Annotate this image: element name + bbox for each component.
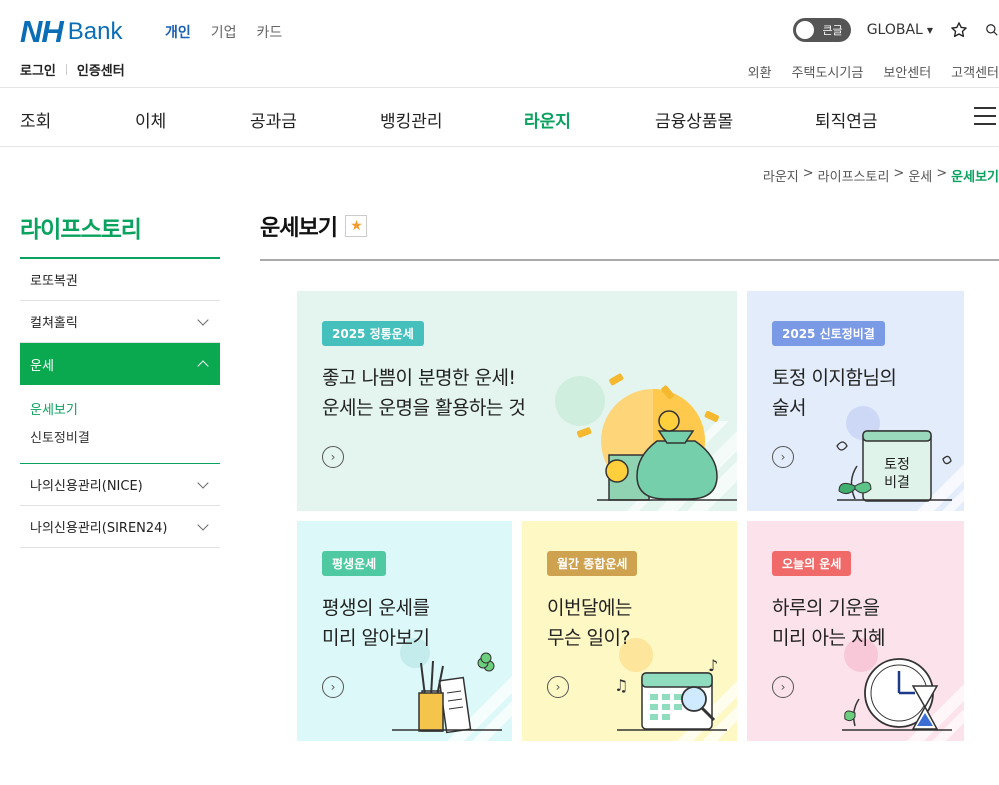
breadcrumb-current: 운세보기: [951, 170, 999, 185]
util-link-customer[interactable]: 고객센터: [951, 62, 999, 81]
sidebar-item-lotto[interactable]: 로또복권: [20, 259, 220, 301]
sidebar-item-label: 컬쳐홀릭: [30, 316, 78, 331]
card-badge: 오늘의 운세: [772, 551, 852, 576]
segment-corporate[interactable]: 기업: [211, 22, 237, 42]
fortune-card-tojeong[interactable]: 토정 비결 2025 신토정비결 토정 이지함님의 술서 ›: [747, 291, 964, 511]
card-text-line: 무슨 일이?: [547, 627, 631, 649]
card-text-line: 미리 아는 지혜: [772, 627, 885, 649]
sidebar-item-credit-nice[interactable]: 나의신용관리(NICE): [20, 464, 220, 506]
chevron-down-icon: [197, 313, 209, 326]
card-badge: 2025 신토정비결: [772, 321, 885, 346]
sidebar-menu: 로또복권 컬쳐홀릭 운세 운세보기 신토정비결 나의신용관리(NICE) 나의신…: [20, 259, 220, 548]
chevron-up-icon: [197, 360, 209, 372]
cert-center-link[interactable]: 인증센터: [77, 60, 125, 79]
nh-bank-logo[interactable]: NH Bank: [20, 14, 122, 50]
util-link-forex[interactable]: 외환: [748, 62, 772, 81]
card-text-line: 평생의 운세를: [322, 597, 430, 619]
card-text-line: 미리 알아보기: [322, 627, 430, 649]
arrow-right-circle-icon[interactable]: ›: [322, 676, 344, 698]
nav-banking-manage[interactable]: 뱅킹관리: [380, 107, 443, 132]
sidebar-item-fortune[interactable]: 운세: [20, 343, 220, 385]
menu-icon[interactable]: [974, 107, 996, 125]
card-text-line: 술서: [772, 397, 806, 419]
nav-inquiry[interactable]: 조회: [20, 107, 51, 132]
util-link-housing-fund[interactable]: 주택도시기금: [792, 62, 864, 81]
main-nav: 조회 이체 공과금 뱅킹관리 라운지 금융상품몰 퇴직연금: [0, 88, 999, 146]
sidebar-subitem-tojeong[interactable]: 신토정비결: [30, 427, 210, 446]
nav-transfer[interactable]: 이체: [135, 107, 166, 132]
card-text-line: 운세는 운명을 활용하는 것: [322, 397, 526, 419]
sidebar-submenu: 운세보기 신토정비결: [20, 385, 220, 464]
breadcrumb: 라운지 > 라이프스토리 > 운세 > 운세보기: [762, 166, 999, 185]
favorite-star-icon[interactable]: [949, 20, 969, 40]
logo-bank-text: Bank: [67, 18, 123, 45]
card-badge: 평생운세: [322, 551, 387, 576]
nav-lounge[interactable]: 라운지: [524, 107, 571, 132]
card-text: 토정 이지함님의 술서: [772, 363, 897, 423]
auth-links: 로그인 인증센터: [20, 60, 125, 79]
large-text-toggle[interactable]: 큰글: [792, 18, 851, 42]
header-utilities: 큰글 GLOBAL ▼: [792, 18, 999, 42]
utility-links: 외환 주택도시기금 보안센터 고객센터: [748, 62, 999, 81]
nav-divider: [0, 146, 999, 147]
card-text-line: 좋고 나쁨이 분명한 운세!: [322, 367, 516, 389]
sidebar-item-label: 나의신용관리(SIREN24): [30, 521, 168, 536]
page-title-text: 운세보기: [260, 216, 338, 241]
segment-card[interactable]: 카드: [257, 22, 283, 42]
page-title: 운세보기 ★: [260, 210, 367, 242]
arrow-right-circle-icon[interactable]: ›: [772, 676, 794, 698]
global-label: GLOBAL: [866, 22, 923, 38]
svg-text:♪: ♪: [708, 656, 718, 675]
book-title-line: 토정: [884, 457, 910, 473]
favorite-add-star-icon[interactable]: ★: [344, 215, 367, 237]
arrow-right-circle-icon[interactable]: ›: [772, 446, 794, 468]
toggle-label: 큰글: [822, 24, 843, 37]
caret-down-icon: ▼: [926, 25, 933, 35]
nav-utility-bills[interactable]: 공과금: [250, 107, 297, 132]
breadcrumb-item[interactable]: 운세: [908, 166, 932, 185]
logo-nh-text: NH: [20, 14, 64, 49]
segment-tabs: 개인 기업 카드: [165, 22, 282, 42]
sidebar-item-credit-siren[interactable]: 나의신용관리(SIREN24): [20, 506, 220, 548]
fortune-card-monthly[interactable]: ♫ ♪ 월간 종합운세 이번달에는 무슨 일이? ›: [522, 521, 737, 741]
search-icon[interactable]: [985, 20, 999, 40]
login-link[interactable]: 로그인: [20, 60, 56, 79]
card-text: 평생의 운세를 미리 알아보기: [322, 593, 430, 653]
arrow-right-circle-icon[interactable]: ›: [547, 676, 569, 698]
fortune-card-daily[interactable]: 오늘의 운세 하루의 기운을 미리 아는 지혜 ›: [747, 521, 964, 741]
util-link-security[interactable]: 보안센터: [883, 62, 931, 81]
chevron-down-icon: [197, 518, 209, 531]
card-text-line: 하루의 기운을: [772, 597, 880, 619]
breadcrumb-item[interactable]: 라운지: [763, 166, 799, 185]
sidebar-item-label: 로또복권: [30, 274, 78, 289]
fortune-card-lifetime[interactable]: 평생운세 평생의 운세를 미리 알아보기 ›: [297, 521, 512, 741]
title-divider: [260, 259, 999, 261]
fortune-card-traditional[interactable]: 2025 정통운세 좋고 나쁨이 분명한 운세! 운세는 운명을 활용하는 것 …: [297, 291, 737, 511]
toggle-knob: [795, 21, 814, 39]
card-text: 이번달에는 무슨 일이?: [547, 593, 632, 653]
chevron-down-icon: [197, 476, 209, 489]
arrow-right-circle-icon[interactable]: ›: [322, 446, 344, 468]
card-text-line: 이번달에는: [547, 597, 632, 619]
divider: [65, 64, 67, 75]
sidebar-subitem-fortune-view[interactable]: 운세보기: [30, 399, 210, 418]
global-dropdown[interactable]: GLOBAL ▼: [867, 22, 933, 38]
sidebar-item-culture[interactable]: 컬쳐홀릭: [20, 301, 220, 343]
card-badge: 2025 정통운세: [322, 321, 424, 346]
sidebar-title: 라이프스토리: [20, 217, 142, 243]
card-text-line: 토정 이지함님의: [772, 367, 897, 389]
card-badge: 월간 종합운세: [547, 551, 638, 576]
nav-product-mall[interactable]: 금융상품몰: [655, 107, 733, 132]
card-text: 하루의 기운을 미리 아는 지혜: [772, 593, 885, 653]
nav-pension[interactable]: 퇴직연금: [815, 107, 878, 132]
segment-personal[interactable]: 개인: [165, 22, 191, 42]
book-title-line: 비결: [884, 475, 910, 491]
sidebar-item-label: 나의신용관리(NICE): [30, 479, 143, 494]
svg-text:♫: ♫: [614, 676, 628, 695]
card-text: 좋고 나쁨이 분명한 운세! 운세는 운명을 활용하는 것: [322, 363, 526, 423]
sidebar-item-label: 운세: [30, 358, 54, 374]
breadcrumb-item[interactable]: 라이프스토리: [818, 166, 890, 185]
